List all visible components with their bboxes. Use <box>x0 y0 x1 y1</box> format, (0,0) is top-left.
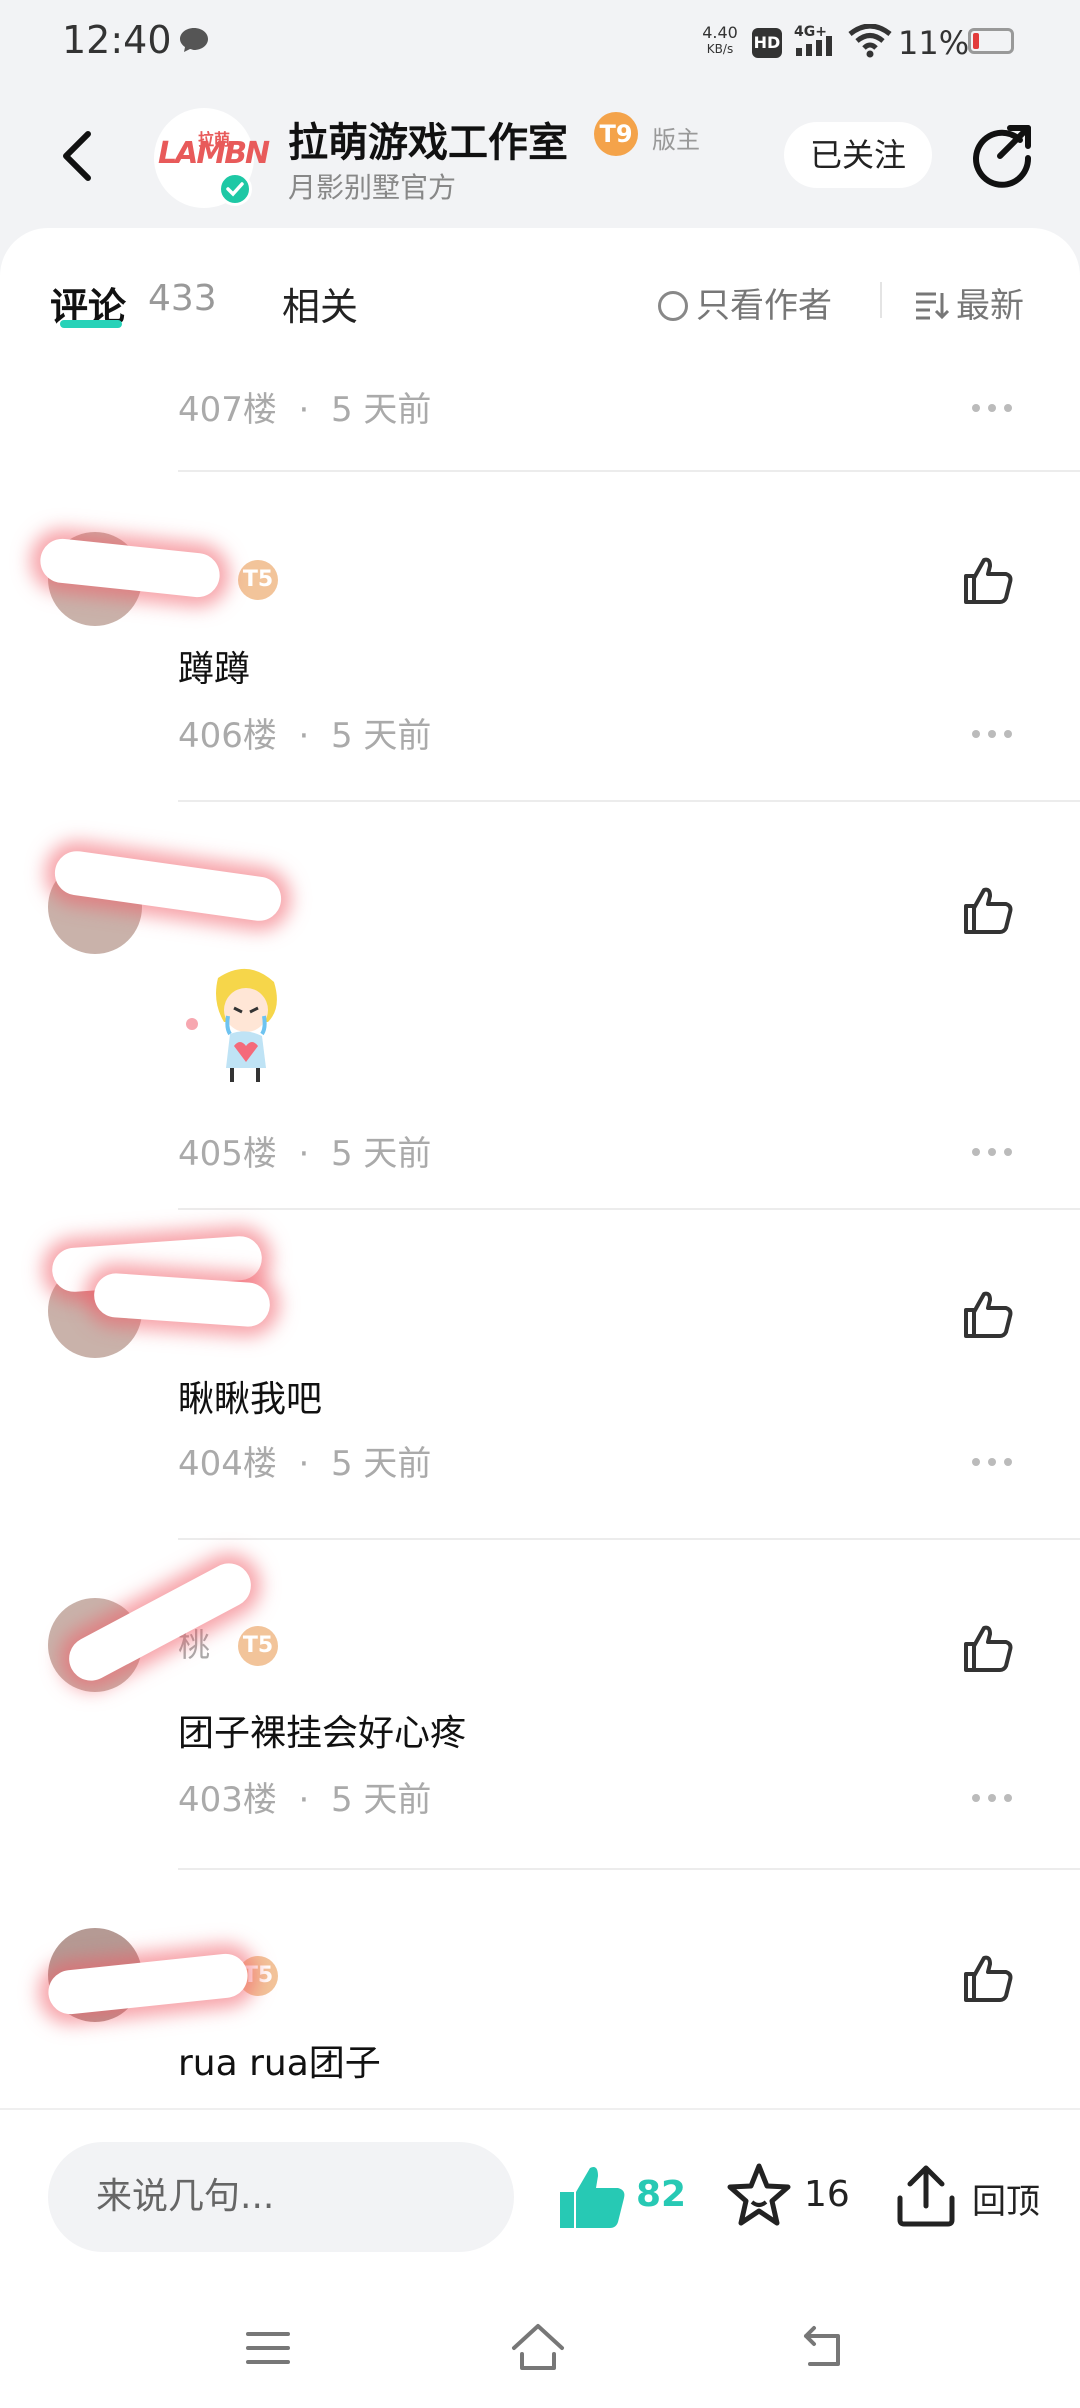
wifi-icon <box>848 24 892 58</box>
tab-related[interactable]: 相关 <box>282 276 358 331</box>
cellular-signal-icon: 4G+ <box>794 24 832 56</box>
home-icon[interactable] <box>508 2318 568 2372</box>
svg-text:4G+: 4G+ <box>794 24 827 40</box>
battery-percent: 11% <box>898 24 970 62</box>
divider <box>178 1868 1080 1870</box>
more-options-icon[interactable] <box>970 1146 1014 1158</box>
page-title[interactable]: 拉萌游戏工作室 <box>288 110 568 168</box>
user-level-badge: T5 <box>238 560 278 600</box>
back-icon[interactable] <box>798 2320 848 2370</box>
user-level-badge: T5 <box>238 1626 278 1666</box>
more-options-icon[interactable] <box>970 402 1014 414</box>
star-icon[interactable] <box>724 2160 794 2230</box>
like-count: 82 <box>636 2174 687 2215</box>
comment-meta: 405楼 · 5 天前 <box>178 1134 432 1174</box>
back-arrow-icon[interactable] <box>50 126 110 186</box>
comments-card: 评论 433 相关 只看作者 最新 407楼 · 5 天前 桃 T5 蹲蹲 40… <box>0 228 1080 2108</box>
only-author-label: 只看作者 <box>696 286 832 326</box>
comment-text: 瞅瞅我吧 <box>178 1379 323 1420</box>
more-options-icon[interactable] <box>970 1792 1014 1804</box>
radio-circle-icon <box>658 291 688 321</box>
logo-text: LAMBN <box>158 136 270 171</box>
favorite-count: 16 <box>804 2174 850 2215</box>
comment-meta: 403楼 · 5 天前 <box>178 1780 432 1820</box>
upload-arrow-icon[interactable] <box>894 2160 958 2230</box>
battery-icon <box>968 28 1014 54</box>
sort-label: 最新 <box>956 286 1024 326</box>
comment-text: rua rua团子 <box>178 2043 381 2084</box>
thumbs-up-icon[interactable] <box>960 1620 1016 1676</box>
back-to-top-label[interactable]: 回顶 <box>972 2174 1040 2223</box>
share-icon[interactable] <box>966 118 1038 190</box>
status-bar: 12:40 4.40 KB/s HD 4G+ 11% <box>0 0 1080 88</box>
page-header: 拉萌 LAMBN 拉萌游戏工作室 T9 版主 月影别墅官方 已关注 <box>0 100 1080 230</box>
comment-input[interactable]: 来说几句... <box>48 2142 514 2252</box>
only-author-toggle[interactable]: 只看作者 <box>658 278 832 327</box>
more-options-icon[interactable] <box>970 1456 1014 1468</box>
tab-active-indicator <box>60 320 122 328</box>
divider <box>178 1208 1080 1210</box>
comment-text: 团子裸挂会好心疼 <box>178 1713 467 1754</box>
crying-girl-sticker <box>186 968 277 1082</box>
verified-check-icon <box>218 172 252 206</box>
sort-toggle[interactable]: 最新 <box>914 278 1024 327</box>
follow-button[interactable]: 已关注 <box>784 122 932 188</box>
divider <box>178 470 1080 472</box>
tab-bar: 评论 433 相关 只看作者 最新 <box>0 228 1080 348</box>
level-badge: T9 <box>594 112 638 156</box>
comment-meta: 404楼 · 5 天前 <box>178 1444 432 1484</box>
status-time: 12:40 <box>62 18 172 62</box>
more-options-icon[interactable] <box>970 728 1014 740</box>
divider <box>880 282 882 318</box>
thumbs-up-filled-icon[interactable] <box>556 2162 628 2232</box>
comment-text: 蹲蹲 <box>178 649 251 690</box>
thumbs-up-icon[interactable] <box>960 882 1016 938</box>
chat-notification-icon <box>180 28 208 52</box>
bottom-action-bar: 来说几句... 82 16 回顶 <box>0 2108 1080 2290</box>
system-nav-bar <box>0 2288 1080 2408</box>
comments-count: 433 <box>148 278 217 319</box>
divider <box>178 800 1080 802</box>
thumbs-up-icon[interactable] <box>960 552 1016 608</box>
thumbs-up-icon[interactable] <box>960 1286 1016 1342</box>
thumbs-up-icon[interactable] <box>960 1950 1016 2006</box>
moderator-tag: 版主 <box>652 126 700 154</box>
hd-icon: HD <box>752 28 782 58</box>
comment-meta: 407楼 · 5 天前 <box>178 390 432 430</box>
net-speed: 4.40 KB/s <box>702 23 738 56</box>
page-subtitle: 月影别墅官方 <box>288 171 457 204</box>
studio-avatar[interactable]: 拉萌 LAMBN <box>154 108 270 208</box>
comment-meta: 406楼 · 5 天前 <box>178 716 432 756</box>
menu-icon[interactable] <box>244 2328 292 2368</box>
sort-icon <box>916 292 950 320</box>
divider <box>178 1538 1080 1540</box>
